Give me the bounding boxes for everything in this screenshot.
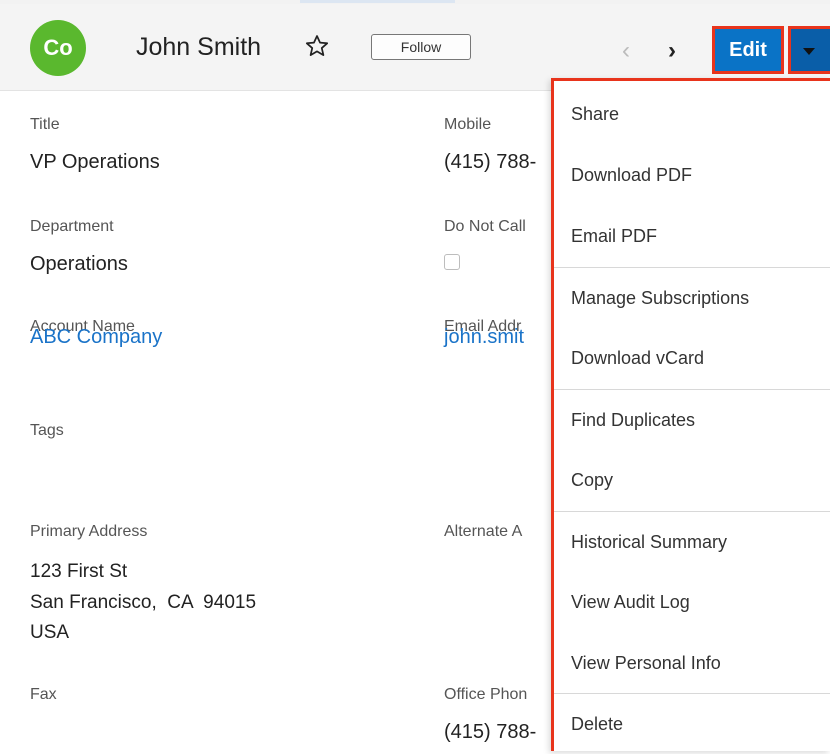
account-name-link[interactable]: ABC Company: [30, 322, 162, 353]
follow-button[interactable]: Follow: [371, 34, 471, 60]
edit-button[interactable]: Edit: [712, 26, 784, 74]
do-not-call-checkbox[interactable]: [444, 254, 460, 270]
primary-address-line1: 123 First St: [30, 561, 128, 582]
office-phone-value: (415) 788-: [444, 721, 537, 743]
department-value: Operations: [30, 253, 128, 275]
menu-item-delete[interactable]: Delete: [554, 693, 830, 754]
previous-record-icon[interactable]: ‹: [622, 39, 630, 63]
menu-item-download-pdf[interactable]: Download PDF: [554, 145, 830, 206]
do-not-call-label: Do Not Call: [444, 218, 526, 235]
next-record-icon[interactable]: ›: [668, 39, 676, 63]
actions-menu: Share Download PDF Email PDF Manage Subs…: [551, 78, 830, 751]
primary-address-label: Primary Address: [30, 523, 148, 540]
menu-item-email-pdf[interactable]: Email PDF: [554, 206, 830, 267]
avatar[interactable]: Co: [30, 20, 86, 76]
menu-item-download-vcard[interactable]: Download vCard: [554, 328, 830, 389]
top-strip-segment: [300, 0, 455, 3]
menu-item-copy[interactable]: Copy: [554, 450, 830, 511]
menu-item-view-personal-info[interactable]: View Personal Info: [554, 633, 830, 694]
department-label: Department: [30, 218, 114, 235]
record-name: John Smith: [136, 33, 262, 61]
title-label: Title: [30, 116, 60, 133]
star-icon[interactable]: [304, 33, 330, 59]
email-link[interactable]: john.smit: [444, 322, 524, 353]
mobile-label: Mobile: [444, 116, 492, 133]
menu-item-manage-subscriptions[interactable]: Manage Subscriptions: [554, 267, 830, 328]
chevron-down-icon: [803, 48, 815, 55]
fax-label: Fax: [30, 686, 57, 703]
menu-item-view-audit-log[interactable]: View Audit Log: [554, 572, 830, 633]
alternate-address-label: Alternate A: [444, 523, 523, 540]
title-value: VP Operations: [30, 151, 160, 173]
primary-address-line2: San Francisco, CA 94015: [30, 592, 257, 613]
menu-item-find-duplicates[interactable]: Find Duplicates: [554, 389, 830, 450]
menu-item-share[interactable]: Share: [554, 84, 830, 145]
menu-item-historical-summary[interactable]: Historical Summary: [554, 511, 830, 572]
tags-label: Tags: [30, 422, 64, 439]
mobile-value: (415) 788-: [444, 151, 537, 173]
primary-address-line3: USA: [30, 622, 70, 643]
office-phone-label: Office Phon: [444, 686, 528, 703]
actions-dropdown-button[interactable]: [788, 26, 830, 74]
